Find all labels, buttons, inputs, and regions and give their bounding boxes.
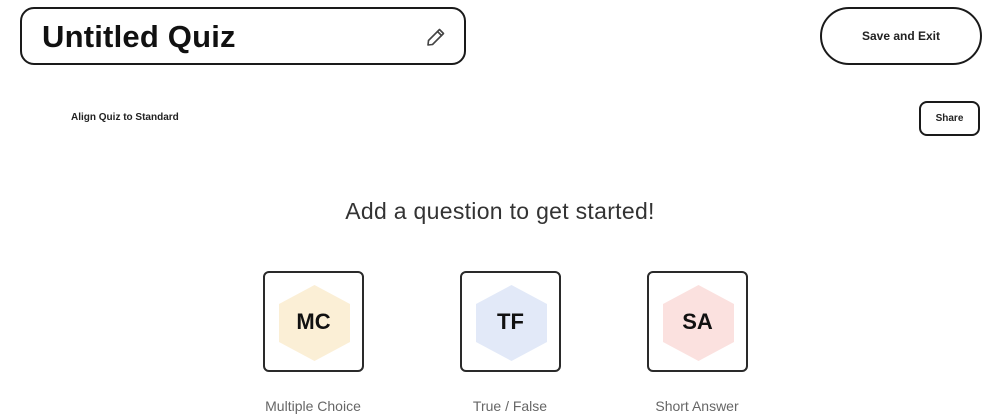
- multiple-choice-abbr: MC: [296, 308, 331, 334]
- empty-state-prompt: Add a question to get started!: [345, 198, 655, 224]
- true-false-abbr: TF: [497, 308, 524, 334]
- multiple-choice-card[interactable]: MC: [263, 271, 364, 372]
- save-and-exit-button[interactable]: Save and Exit: [820, 7, 982, 65]
- multiple-choice-label: Multiple Choice: [265, 398, 361, 414]
- short-answer-card[interactable]: SA: [647, 271, 748, 372]
- align-quiz-to-standard-link[interactable]: Align Quiz to Standard: [71, 112, 179, 123]
- short-answer-abbr: SA: [682, 308, 713, 334]
- short-answer-label: Short Answer: [655, 398, 739, 414]
- true-false-card[interactable]: TF: [460, 271, 561, 372]
- quiz-title[interactable]: Untitled Quiz: [42, 19, 236, 55]
- quiz-title-field[interactable]: Untitled Quiz: [20, 7, 466, 65]
- share-button[interactable]: Share: [919, 101, 980, 136]
- pencil-icon[interactable]: [424, 25, 448, 49]
- true-false-label: True / False: [472, 398, 548, 414]
